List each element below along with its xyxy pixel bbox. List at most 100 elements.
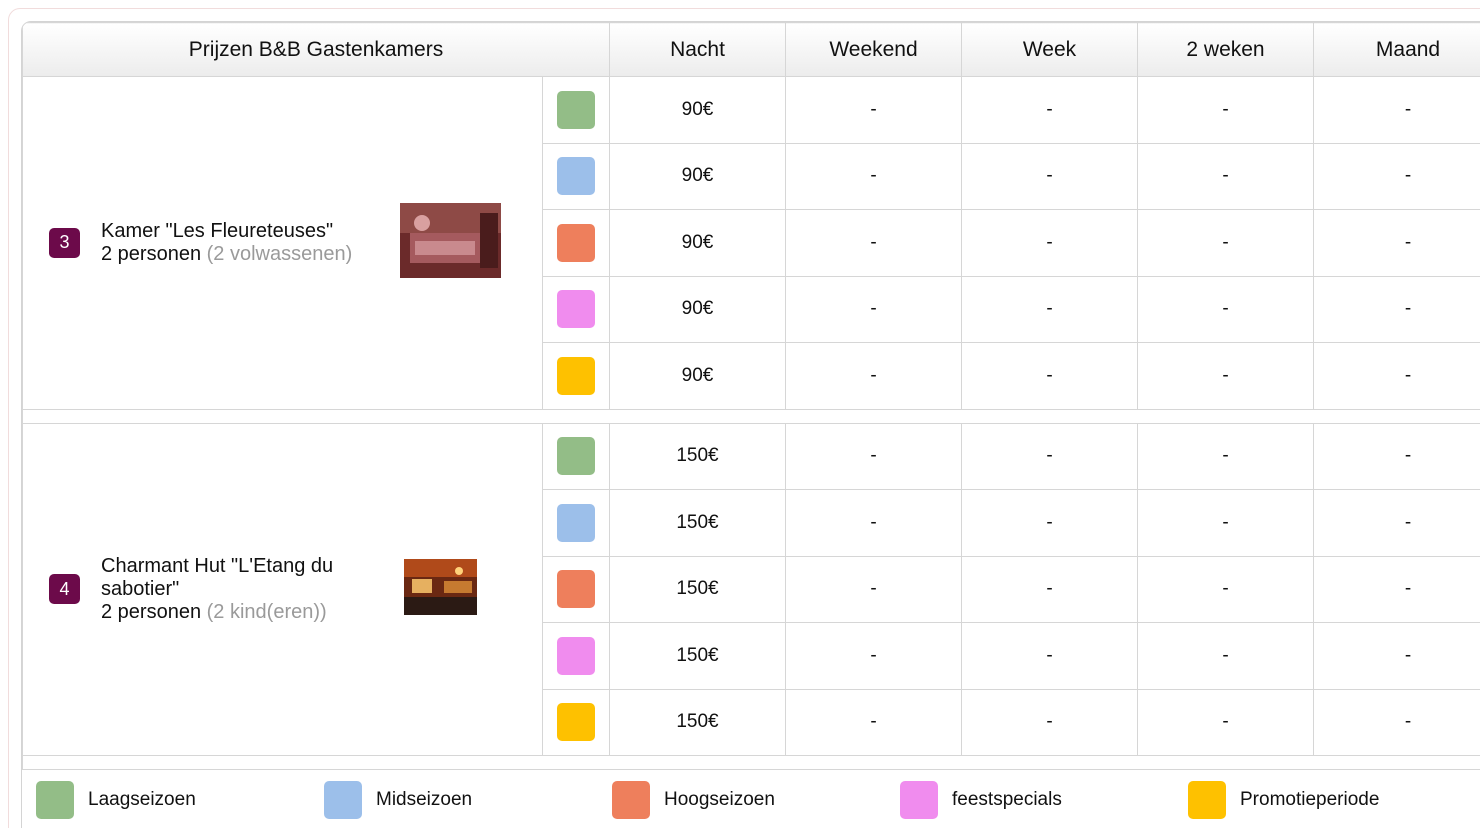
legend-label: feestspecials <box>952 789 1062 810</box>
season-swatch <box>557 223 595 262</box>
room-name[interactable]: Kamer "Les Fleureteuses" <box>101 220 391 243</box>
table-row: 4 Charmant Hut "L'Etang du sabotier" 2 per… <box>22 422 1480 756</box>
separator-cell <box>22 755 1480 770</box>
price-cell: - <box>785 688 962 756</box>
season-swatch-cell <box>542 142 610 210</box>
separator-cell <box>22 408 1480 424</box>
price-night: 150€ <box>609 489 786 557</box>
price-cell: - <box>785 142 962 210</box>
season-swatch-cell <box>542 688 610 756</box>
price-cell: - <box>785 422 962 490</box>
season-swatch <box>557 503 595 542</box>
price-cell: - <box>1313 209 1480 277</box>
season-swatch-cell <box>542 622 610 690</box>
price-cell: - <box>1313 275 1480 343</box>
room-cell: 4 Charmant Hut "L'Etang du sabotier" 2 per… <box>22 422 543 756</box>
room-cell: 3 Kamer "Les Fleureteuses" 2 personen (2 v… <box>22 76 543 410</box>
row-separator <box>22 408 1480 424</box>
legend-item: Promotieperiode <box>1188 781 1476 819</box>
price-cell: - <box>1313 142 1480 210</box>
price-cell: - <box>785 209 962 277</box>
price-cell: - <box>1313 76 1480 144</box>
price-cell: - <box>1137 342 1314 410</box>
season-swatch <box>557 437 595 476</box>
price-cell: - <box>785 489 962 557</box>
price-cell: - <box>785 555 962 623</box>
header-2-weken: 2 weken <box>1137 22 1314 77</box>
header-title: Prijzen B&B Gastenkamers <box>22 22 610 77</box>
price-cell: - <box>961 555 1138 623</box>
price-cell: - <box>961 489 1138 557</box>
price-cell: - <box>961 622 1138 690</box>
legend-label: Laagseizoen <box>88 789 196 810</box>
price-cell: - <box>1313 622 1480 690</box>
room-persons: 2 personen <box>101 242 202 265</box>
room-info: Charmant Hut "L'Etang du sabotier" 2 pers… <box>101 555 391 624</box>
room-persons-detail: (2 volwassenen) <box>206 242 353 265</box>
price-cell: - <box>961 209 1138 277</box>
season-swatch <box>557 570 595 609</box>
price-cell: - <box>1137 622 1314 690</box>
hut-photo-icon[interactable] <box>404 558 477 620</box>
room-number-badge: 4 <box>49 574 80 605</box>
price-cell: - <box>961 142 1138 210</box>
price-night: 150€ <box>609 422 786 490</box>
legend-label: Promotieperiode <box>1240 789 1380 810</box>
price-cell: - <box>1137 555 1314 623</box>
price-cell: - <box>1313 422 1480 490</box>
row-separator <box>22 755 1480 770</box>
legend-swatch <box>1188 781 1226 819</box>
price-panel: Prijzen B&B Gastenkamers Nacht Weekend W… <box>21 21 1480 828</box>
legend-swatch <box>324 781 362 819</box>
price-cell: - <box>1137 688 1314 756</box>
season-swatch <box>557 157 595 196</box>
season-swatch <box>557 636 595 675</box>
room-persons: 2 personen <box>101 600 202 623</box>
room-info: Kamer "Les Fleureteuses" 2 personen (2 vo… <box>101 220 391 266</box>
price-cell: - <box>785 622 962 690</box>
price-cell: - <box>1137 489 1314 557</box>
price-cell: - <box>1137 422 1314 490</box>
table-row: 3 Kamer "Les Fleureteuses" 2 personen (2 v… <box>22 76 1480 410</box>
season-swatch-cell <box>542 76 610 144</box>
legend-swatch <box>900 781 938 819</box>
price-night: 150€ <box>609 622 786 690</box>
price-night: 90€ <box>609 342 786 410</box>
price-cell: - <box>1137 209 1314 277</box>
price-night: 150€ <box>609 688 786 756</box>
price-cell: - <box>1313 555 1480 623</box>
legend-item: Hoogseizoen <box>612 781 900 819</box>
price-cell: - <box>961 76 1138 144</box>
header-weekend: Weekend <box>785 22 962 77</box>
header-maand: Maand <box>1313 22 1480 77</box>
price-cell: - <box>1137 275 1314 343</box>
season-swatch <box>557 703 595 742</box>
season-swatch-cell <box>542 209 610 277</box>
room-persons-detail: (2 kind(eren)) <box>206 600 327 623</box>
table-header-row: Prijzen B&B Gastenkamers Nacht Weekend W… <box>22 22 1480 77</box>
season-swatch-cell <box>542 275 610 343</box>
room-number-badge: 3 <box>49 227 80 258</box>
price-cell: - <box>785 342 962 410</box>
season-swatch <box>557 356 595 395</box>
price-cell: - <box>1313 342 1480 410</box>
price-cell: - <box>961 688 1138 756</box>
season-swatch <box>557 90 595 129</box>
season-swatch-cell <box>542 555 610 623</box>
legend-item: Midseizoen <box>324 781 612 819</box>
header-nacht: Nacht <box>609 22 786 77</box>
header-week: Week <box>961 22 1138 77</box>
room-name[interactable]: Charmant Hut "L'Etang du sabotier" <box>101 555 391 601</box>
price-night: 90€ <box>609 142 786 210</box>
room-photo-icon[interactable] <box>400 202 501 283</box>
season-swatch-cell <box>542 342 610 410</box>
legend-label: Midseizoen <box>376 789 473 810</box>
price-night: 150€ <box>609 555 786 623</box>
price-cell: - <box>1137 142 1314 210</box>
legend-item: Laagseizoen <box>36 781 324 819</box>
price-cell: - <box>785 76 962 144</box>
legend-label: Hoogseizoen <box>664 789 775 810</box>
price-cell: - <box>1137 76 1314 144</box>
price-night: 90€ <box>609 275 786 343</box>
season-swatch-cell <box>542 422 610 490</box>
